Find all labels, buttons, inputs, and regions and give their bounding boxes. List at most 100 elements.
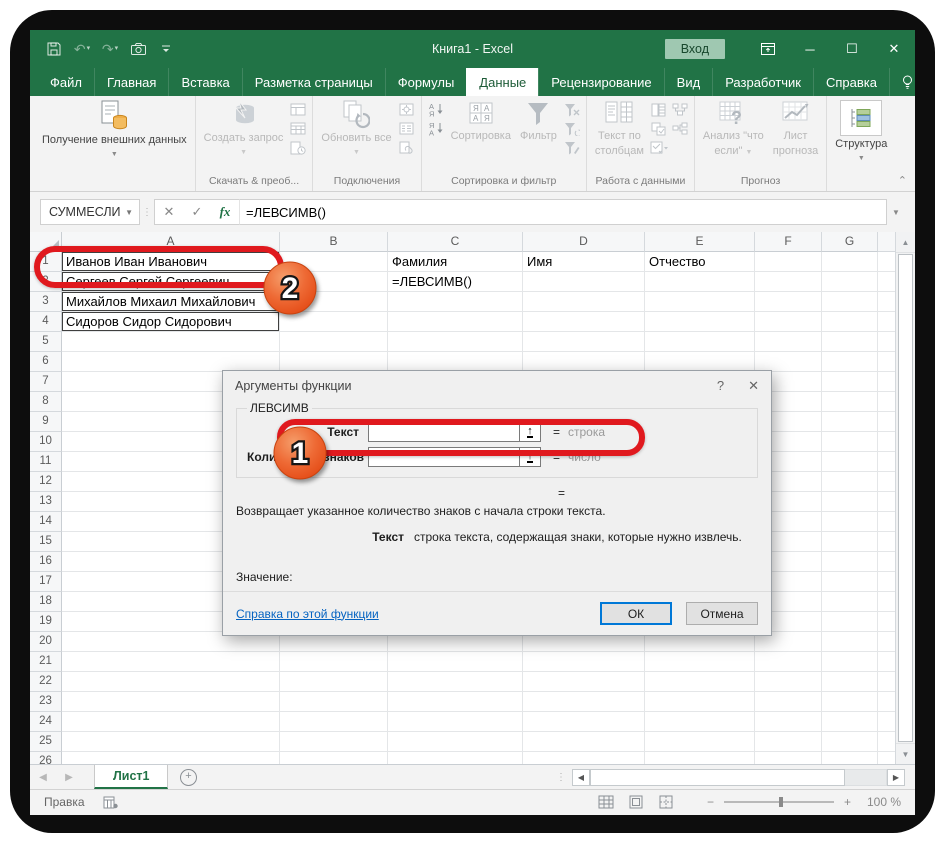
cell-F1[interactable] xyxy=(755,252,822,272)
row-header-21[interactable]: 21 xyxy=(30,652,62,672)
cell-A4[interactable]: Сидоров Сидор Сидорович xyxy=(62,312,280,332)
cell-G19[interactable] xyxy=(822,612,878,632)
zoom-out-icon[interactable]: − xyxy=(707,795,714,809)
dialog-title-bar[interactable]: Аргументы функции ? ✕ xyxy=(223,371,771,401)
vertical-scrollbar[interactable]: ▲ ▼ xyxy=(895,232,915,764)
row-header-14[interactable]: 14 xyxy=(30,512,62,532)
row-header-4[interactable]: 4 xyxy=(30,312,62,332)
cell-F24[interactable] xyxy=(755,712,822,732)
new-query-button[interactable]: Создать запрос ▼ xyxy=(201,99,287,160)
cell-F2[interactable] xyxy=(755,272,822,292)
cell-G12[interactable] xyxy=(822,472,878,492)
cell-E4[interactable] xyxy=(645,312,755,332)
tab-формулы[interactable]: Формулы xyxy=(385,68,467,96)
horizontal-scroll-thumb[interactable] xyxy=(590,769,845,786)
cell-E23[interactable] xyxy=(645,692,755,712)
cell-G15[interactable] xyxy=(822,532,878,552)
sort-button[interactable]: Я А А Я Сортировка xyxy=(448,99,514,144)
sheet-nav-right-icon[interactable]: ▶ xyxy=(56,765,82,789)
row-header-10[interactable]: 10 xyxy=(30,432,62,452)
column-header-E[interactable]: E xyxy=(645,232,755,252)
row-header-26[interactable]: 26 xyxy=(30,752,62,764)
cell-B22[interactable] xyxy=(280,672,388,692)
cell-F6[interactable] xyxy=(755,352,822,372)
tab-файл[interactable]: Файл xyxy=(38,68,94,96)
new-sheet-button[interactable]: + xyxy=(168,765,208,789)
confirm-entry-icon[interactable]: ✓ xyxy=(183,204,211,220)
cell-G17[interactable] xyxy=(822,572,878,592)
tab-рецензирование[interactable]: Рецензирование xyxy=(538,68,663,96)
cell-G6[interactable] xyxy=(822,352,878,372)
outline-button[interactable]: Структура ▼ xyxy=(832,99,890,166)
zoom-in-icon[interactable]: + xyxy=(844,795,851,809)
redo-icon[interactable]: ↷▾ xyxy=(102,41,118,57)
cell-A24[interactable] xyxy=(62,712,280,732)
cell-D25[interactable] xyxy=(523,732,645,752)
row-header-19[interactable]: 19 xyxy=(30,612,62,632)
cell-A6[interactable] xyxy=(62,352,280,372)
cell-G8[interactable] xyxy=(822,392,878,412)
flash-fill-icon[interactable] xyxy=(650,102,668,117)
cell-E5[interactable] xyxy=(645,332,755,352)
scroll-down-icon[interactable]: ▼ xyxy=(896,743,915,764)
row-header-9[interactable]: 9 xyxy=(30,412,62,432)
cell-C23[interactable] xyxy=(388,692,523,712)
tab-вставка[interactable]: Вставка xyxy=(168,68,241,96)
expand-formula-bar-icon[interactable]: ▼ xyxy=(887,208,905,217)
dialog-close-icon[interactable]: ✕ xyxy=(748,378,759,394)
tab-splitter[interactable]: ⋮ xyxy=(556,772,566,783)
cell-C21[interactable] xyxy=(388,652,523,672)
filter-button[interactable]: Фильтр xyxy=(517,99,560,144)
cell-D1[interactable]: Имя xyxy=(523,252,645,272)
cell-G3[interactable] xyxy=(822,292,878,312)
cell-F22[interactable] xyxy=(755,672,822,692)
get-external-data-button[interactable]: Получение внешних данных ▼ xyxy=(39,99,190,162)
cell-D3[interactable] xyxy=(523,292,645,312)
cell-G4[interactable] xyxy=(822,312,878,332)
cell-F4[interactable] xyxy=(755,312,822,332)
cancel-entry-icon[interactable]: ✕ xyxy=(155,204,183,220)
sign-in-button[interactable]: Вход xyxy=(665,39,725,59)
connections-icon[interactable] xyxy=(398,102,416,117)
cell-A5[interactable] xyxy=(62,332,280,352)
cell-E22[interactable] xyxy=(645,672,755,692)
row-header-18[interactable]: 18 xyxy=(30,592,62,612)
undo-icon[interactable]: ↶▾ xyxy=(74,41,90,57)
tab-данные[interactable]: Данные xyxy=(466,68,538,96)
save-icon[interactable] xyxy=(46,41,62,57)
name-box-dropdown-icon[interactable]: ▼ xyxy=(125,208,133,217)
column-header-G[interactable]: G xyxy=(822,232,878,252)
camera-icon[interactable] xyxy=(130,41,146,57)
row-header-15[interactable]: 15 xyxy=(30,532,62,552)
advanced-filter-icon[interactable] xyxy=(563,140,581,155)
tab-разметка-страницы[interactable]: Разметка страницы xyxy=(242,68,385,96)
data-validation-icon[interactable] xyxy=(650,140,668,155)
cell-D24[interactable] xyxy=(523,712,645,732)
cell-G24[interactable] xyxy=(822,712,878,732)
cell-G5[interactable] xyxy=(822,332,878,352)
cell-A3[interactable]: Михайлов Михаил Михайлович xyxy=(62,292,280,312)
text-to-columns-button[interactable]: Текст по столбцам xyxy=(592,99,647,159)
scroll-right-icon[interactable]: ▶ xyxy=(887,769,905,786)
row-header-17[interactable]: 17 xyxy=(30,572,62,592)
cell-G7[interactable] xyxy=(822,372,878,392)
cell-G2[interactable] xyxy=(822,272,878,292)
cell-G26[interactable] xyxy=(822,752,878,764)
row-header-8[interactable]: 8 xyxy=(30,392,62,412)
normal-view-icon[interactable] xyxy=(591,795,621,809)
ok-button[interactable]: ОК xyxy=(600,602,672,625)
row-header-25[interactable]: 25 xyxy=(30,732,62,752)
row-header-5[interactable]: 5 xyxy=(30,332,62,352)
cancel-button[interactable]: Отмена xyxy=(686,602,758,625)
column-header-B[interactable]: B xyxy=(280,232,388,252)
cell-C26[interactable] xyxy=(388,752,523,764)
row-header-23[interactable]: 23 xyxy=(30,692,62,712)
cell-C22[interactable] xyxy=(388,672,523,692)
row-header-6[interactable]: 6 xyxy=(30,352,62,372)
cell-C25[interactable] xyxy=(388,732,523,752)
sheet-tab-list1[interactable]: Лист1 xyxy=(94,765,168,789)
cell-F3[interactable] xyxy=(755,292,822,312)
page-layout-view-icon[interactable] xyxy=(621,795,651,809)
cell-F25[interactable] xyxy=(755,732,822,752)
cell-A26[interactable] xyxy=(62,752,280,764)
